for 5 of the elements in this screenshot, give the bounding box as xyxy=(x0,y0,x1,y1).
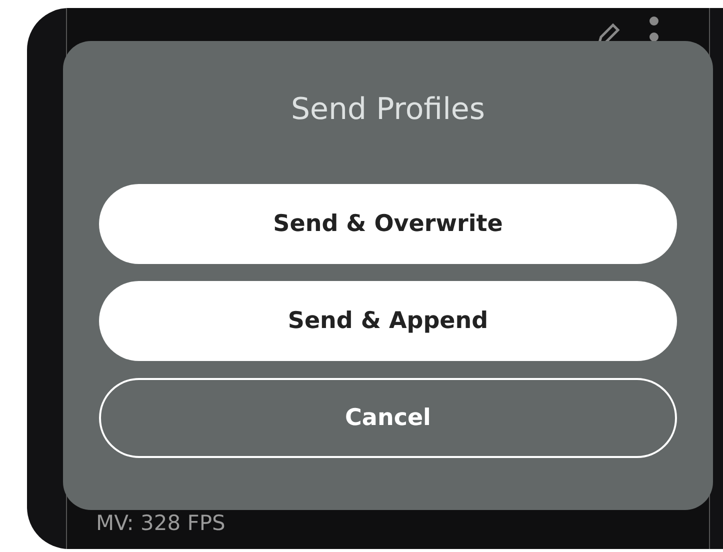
send-button[interactable]: Send & Overwrite xyxy=(99,184,677,264)
send-button[interactable]: Send & Append xyxy=(99,281,677,361)
dialog-title: Send Profiles xyxy=(290,91,485,129)
fps-status: MV: 328 FPS xyxy=(96,510,226,537)
cancel-button[interactable]: Cancel xyxy=(99,378,677,458)
